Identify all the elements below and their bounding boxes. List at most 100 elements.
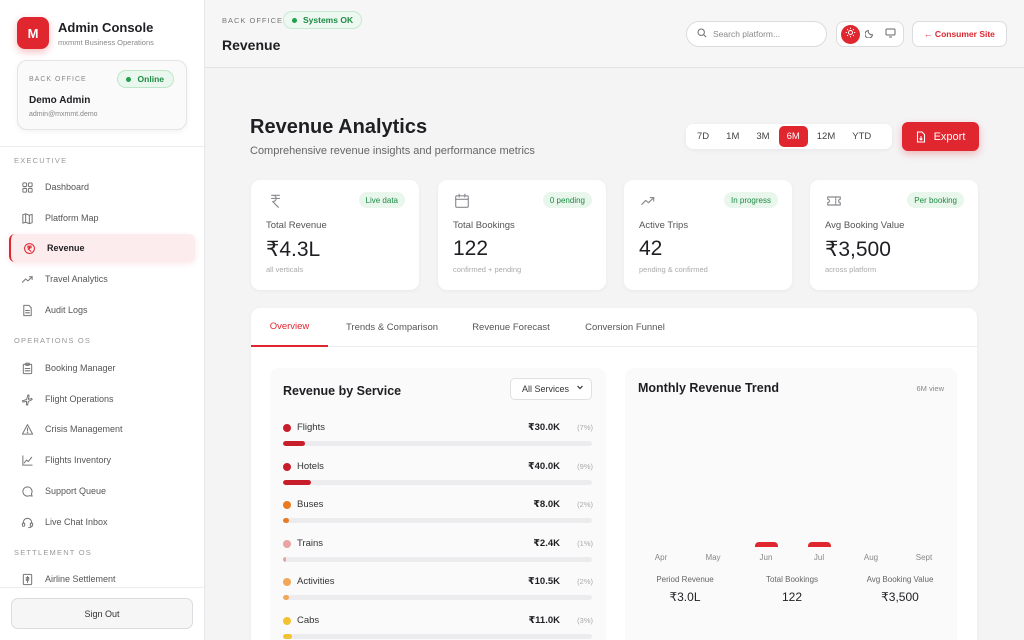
monthly-trend-title: Monthly Revenue Trend [638,381,779,395]
stat-label: Avg Booking Value [825,220,905,231]
grid-icon [20,180,34,194]
range-6m-button[interactable]: 6M [778,126,808,147]
export-button[interactable]: Export [902,122,979,151]
progress-fill [283,441,305,446]
light-theme-button[interactable] [840,24,860,44]
legend-dot-icon [283,424,291,432]
summary-value: ₹3.0L [669,590,701,604]
sidebar-item-label: Live Chat Inbox [45,517,108,527]
tab-trends-comparison[interactable]: Trends & Comparison [328,308,456,347]
page-title: Revenue [222,37,281,53]
range-3m-button[interactable]: 3M [748,126,777,147]
stat-label: Total Revenue [266,220,327,231]
service-row-hotels: Hotels ₹40.0K (9%) [283,461,593,491]
stat-card-total-bookings: 0 pending Total Bookings 122 confirmed + pe… [438,180,606,290]
service-value: ₹11.0K [528,614,560,626]
sidebar-item-live-chat-inbox[interactable]: Live Chat Inbox [9,508,195,536]
sidebar-item-crisis-management[interactable]: Crisis Management [9,415,195,443]
legend-dot-icon [283,539,291,548]
headset-icon [20,515,34,529]
summary-value: 122 [781,590,803,604]
search-input[interactable] [713,29,813,39]
sidebar-item-label: Support Queue [45,486,107,496]
sidebar-item-flights-inventory[interactable]: Flights Inventory [9,446,195,474]
sidebar-item-label: Flight Operations [45,394,114,404]
nav-section-label: EXECUTIVE [14,156,68,165]
progress-fill [283,518,290,523]
nav-section-label: SETTLEMENT OS [14,548,92,557]
legend-dot-icon [283,616,291,625]
sidebar-item-flight-operations[interactable]: Flight Operations [9,385,195,413]
warning-icon [20,422,34,436]
trend-bar-jun [755,542,778,547]
search-box[interactable] [686,21,827,47]
doc-icon [20,303,34,317]
brand[interactable]: M Admin Console mxmmt Business Operation… [17,17,154,49]
progress-fill [283,633,293,639]
tab-revenue-forecast[interactable]: Revenue Forecast [456,308,566,347]
stat-card-active-trips: In progress Active Trips 42 pending & confi… [624,180,792,290]
month-label: May [705,553,721,562]
systems-status-badge: Systems OK [283,11,363,29]
summary-value: ₹3,500 [881,590,919,604]
status-badge: In progress [723,192,778,208]
sidebar-item-travel-analytics[interactable]: Travel Analytics [9,265,195,293]
tab-bar: Overview Trends & Comparison Revenue Forec… [251,308,977,347]
analytics-panel: Overview Trends & Comparison Revenue Forec… [251,308,977,640]
calendar-icon [453,192,471,210]
tab-conversion-funnel[interactable]: Conversion Funnel [566,308,684,347]
map-icon [20,211,34,225]
service-value: ₹8.0K [533,499,560,510]
service-value: ₹2.4K [533,537,560,549]
consumer-site-button[interactable]: ← Consumer Site [912,21,1007,47]
service-name: Hotels [297,460,324,472]
sidebar-item-dashboard[interactable]: Dashboard [9,173,195,201]
system-theme-button[interactable] [881,25,900,44]
sidebar-item-support-queue[interactable]: Support Queue [9,477,195,505]
user-name: Demo Admin [29,95,91,106]
range-7d-button[interactable]: 7D [689,126,717,147]
sign-out-button[interactable]: Sign Out [11,598,193,629]
sidebar-item-revenue[interactable]: Revenue [9,234,195,262]
month-label: Sept [915,553,933,562]
chat-icon [20,484,34,498]
legend-dot-icon [283,501,291,509]
trend-icon [20,272,34,286]
view-label: 6M view [916,384,944,393]
progress-fill [283,595,290,600]
sidebar-item-platform-map[interactable]: Platform Map [9,204,195,232]
tab-overview[interactable]: Overview [251,308,328,347]
service-filter-select[interactable]: All Services [510,378,592,400]
sidebar-item-audit-logs[interactable]: Audit Logs [9,296,195,324]
sun-icon [845,25,856,43]
ticket-icon [825,192,843,210]
stat-note: all verticals [266,265,304,274]
trend-bar-jul [808,542,831,547]
dark-theme-button[interactable] [861,25,880,44]
service-percent: (2%) [577,577,593,586]
main-title: Revenue Analytics [250,116,428,138]
rupee-icon [266,192,284,210]
service-name: Trains [297,537,324,549]
revenue-by-service-card: Revenue by Service All Services Flights ₹… [270,368,606,640]
progress-track [283,633,592,639]
user-card[interactable]: BACK OFFICE Online Demo Admin admin@mxmm… [17,60,187,130]
range-12m-button[interactable]: 12M [809,126,843,147]
summary-label: Period Revenue [656,575,714,584]
range-ytd-button[interactable]: YTD [844,126,879,147]
summary-label: Total Bookings [765,575,819,584]
sidebar-item-booking-manager[interactable]: Booking Manager [9,354,195,382]
service-percent: (3%) [577,615,593,625]
service-row-flights: Flights ₹30.0K (7%) [283,422,593,452]
stat-note: across platform [825,265,877,274]
sidebar-item-label: Audit Logs [45,305,88,315]
sidebar-item-airline-settlement[interactable]: Airline Settlement [9,565,195,593]
legend-dot-icon [283,578,291,586]
divider [0,146,204,147]
range-1m-button[interactable]: 1M [718,126,747,147]
service-value: ₹40.0K [528,460,560,472]
progress-fill [283,479,311,485]
divider [0,587,204,588]
service-value: ₹10.5K [528,576,560,587]
sidebar-item-label: Dashboard [45,182,90,192]
